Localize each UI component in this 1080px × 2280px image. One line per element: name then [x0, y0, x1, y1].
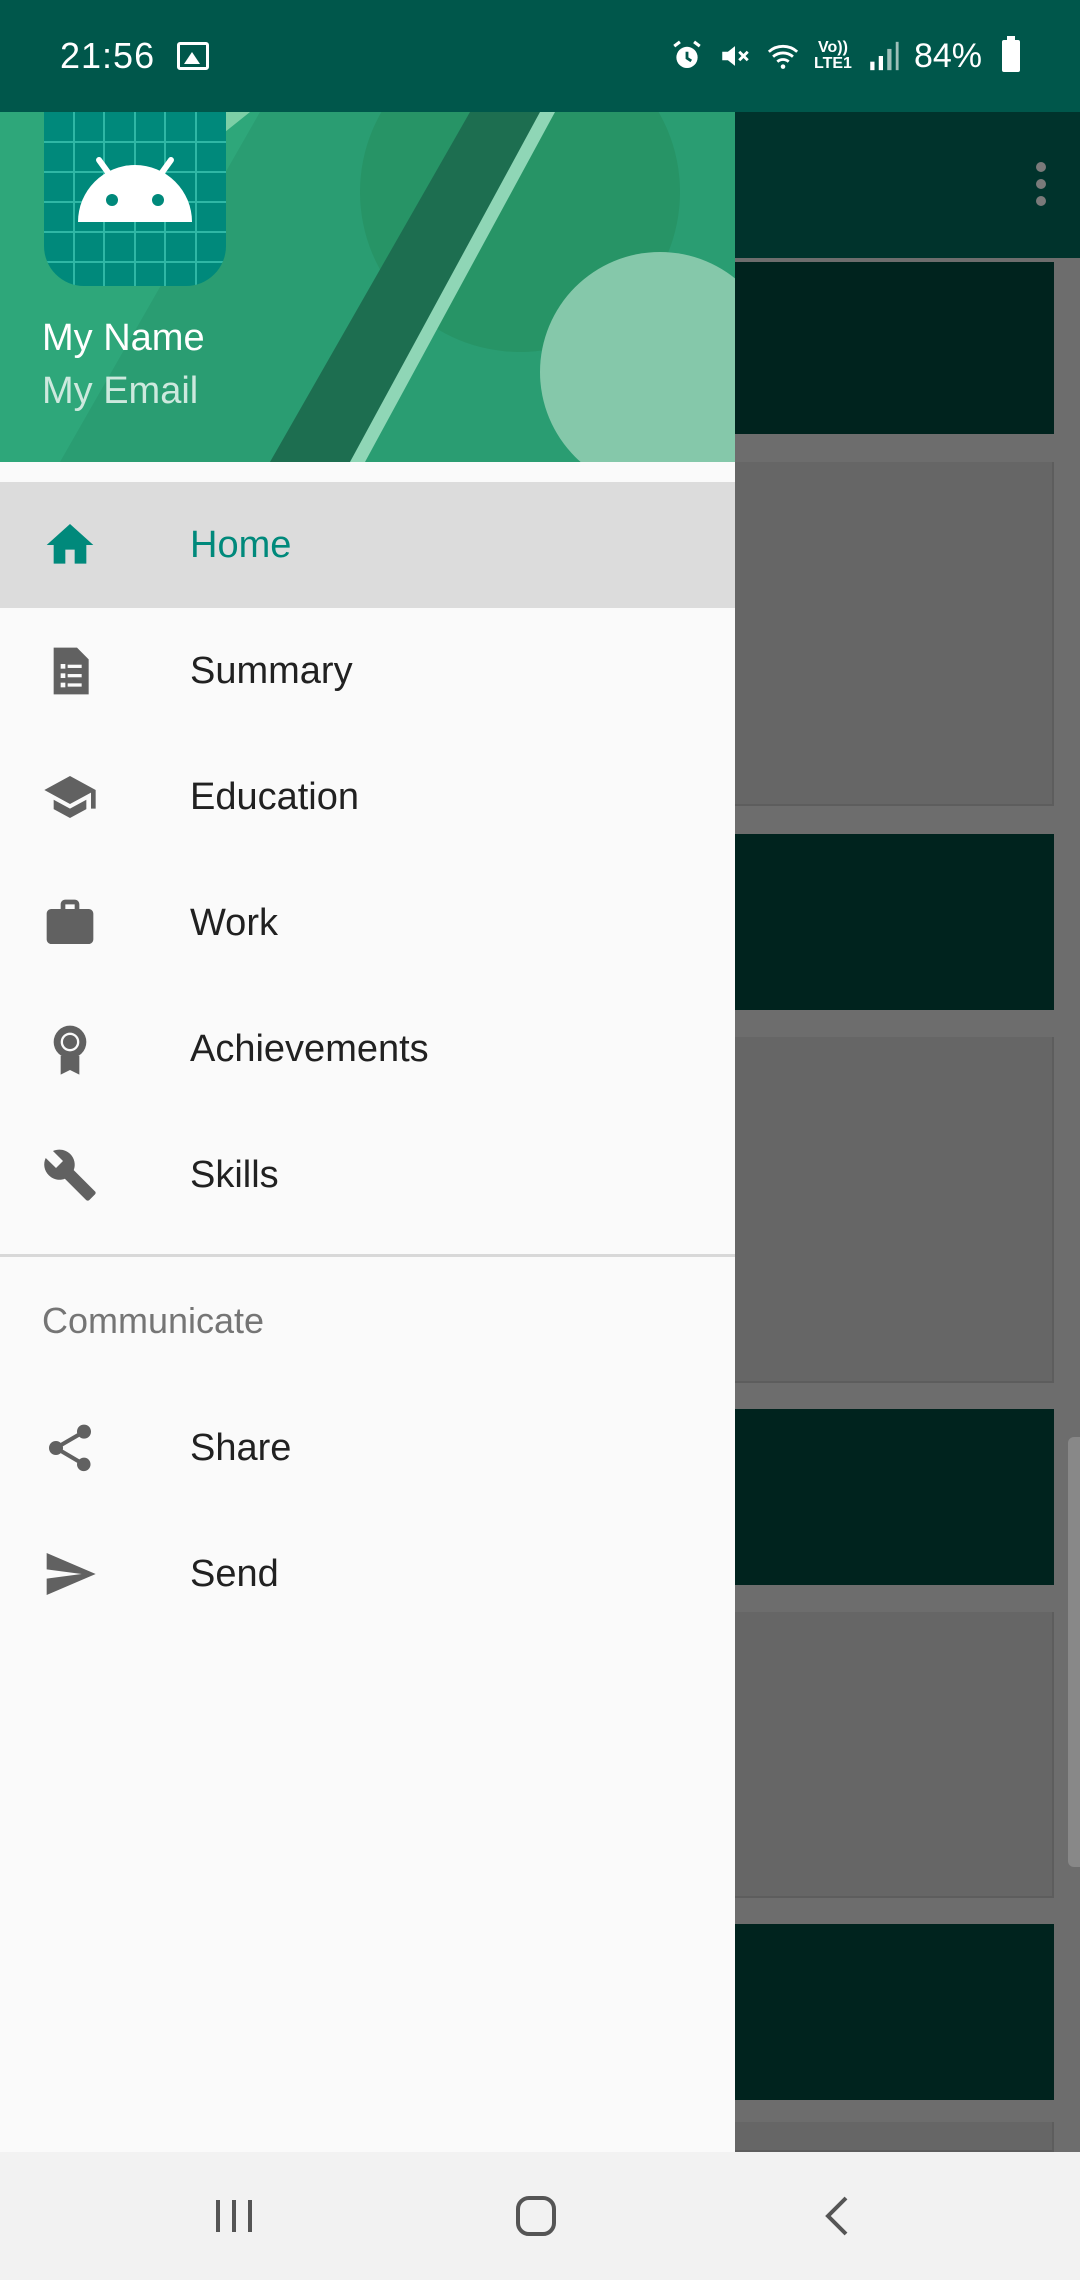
recent-apps-icon[interactable]: [202, 2184, 266, 2248]
menu-item-achievements[interactable]: Achievements: [0, 986, 735, 1112]
drawer-header: My Name My Email: [0, 112, 735, 462]
menu-item-label: Share: [190, 1426, 292, 1469]
alarm-icon: [673, 40, 701, 69]
android-logo-icon: [44, 112, 226, 286]
menu-item-label: Achievements: [190, 1027, 429, 1070]
card-body: [730, 2122, 1054, 2152]
battery-percent: 84%: [913, 36, 982, 75]
menu-item-label: Skills: [190, 1153, 279, 1196]
system-nav-bar: [0, 2152, 1080, 2280]
card-body: [730, 1037, 1054, 1383]
user-name: My Name: [42, 317, 205, 359]
menu-item-label: Work: [190, 901, 278, 944]
wrench-icon: [44, 1149, 96, 1201]
scroll-indicator[interactable]: [1068, 1437, 1080, 1867]
card-header: [730, 1924, 1054, 2100]
signal-icon: [870, 41, 899, 71]
user-email: My Email: [42, 370, 199, 412]
volte-indicator: Vo)) LTE1: [814, 39, 852, 72]
menu-item-work[interactable]: Work: [0, 860, 735, 986]
share-icon: [49, 1424, 91, 1472]
menu-item-label: Send: [190, 1552, 279, 1595]
menu-item-label: Summary: [190, 649, 353, 692]
battery-icon: [1002, 36, 1020, 72]
menu-item-summary[interactable]: Summary: [0, 608, 735, 734]
menu-item-send[interactable]: Send: [0, 1511, 735, 1637]
image-notification-icon: [177, 42, 210, 70]
card-body: [730, 462, 1054, 806]
status-bar: 21:56 Vo)) LTE1 84%: [0, 0, 1080, 112]
status-icons: Vo)) LTE1 84%: [670, 36, 1020, 76]
home-icon: [46, 524, 94, 564]
card-header: [730, 262, 1054, 434]
graduation-cap-icon: [44, 776, 96, 818]
wifi-icon: [767, 44, 799, 69]
menu-item-skills[interactable]: Skills: [0, 1112, 735, 1238]
award-icon: [53, 1025, 87, 1075]
navigation-drawer: My Name My Email Home Summary Education …: [0, 112, 735, 2152]
send-icon: [46, 1553, 96, 1595]
card-header: [730, 834, 1054, 1010]
avatar[interactable]: [44, 112, 226, 286]
card-header: [730, 1409, 1054, 1585]
menu-item-home[interactable]: Home: [0, 482, 735, 608]
document-list-icon: [53, 647, 89, 695]
menu-item-label: Education: [190, 775, 360, 818]
briefcase-icon: [46, 899, 94, 944]
back-icon[interactable]: [806, 2184, 870, 2248]
menu-item-share[interactable]: Share: [0, 1385, 735, 1511]
mute-icon: [722, 46, 749, 66]
drawer-menu: Home Summary Education Work Achievements…: [0, 462, 735, 1637]
status-time: 21:56: [60, 35, 156, 76]
card-body: [730, 1612, 1054, 1898]
menu-item-education[interactable]: Education: [0, 734, 735, 860]
section-title: Communicate: [42, 1300, 265, 1341]
home-button-icon[interactable]: [504, 2184, 568, 2248]
overflow-menu-icon[interactable]: [1034, 162, 1048, 210]
menu-item-label: Home: [190, 523, 292, 566]
